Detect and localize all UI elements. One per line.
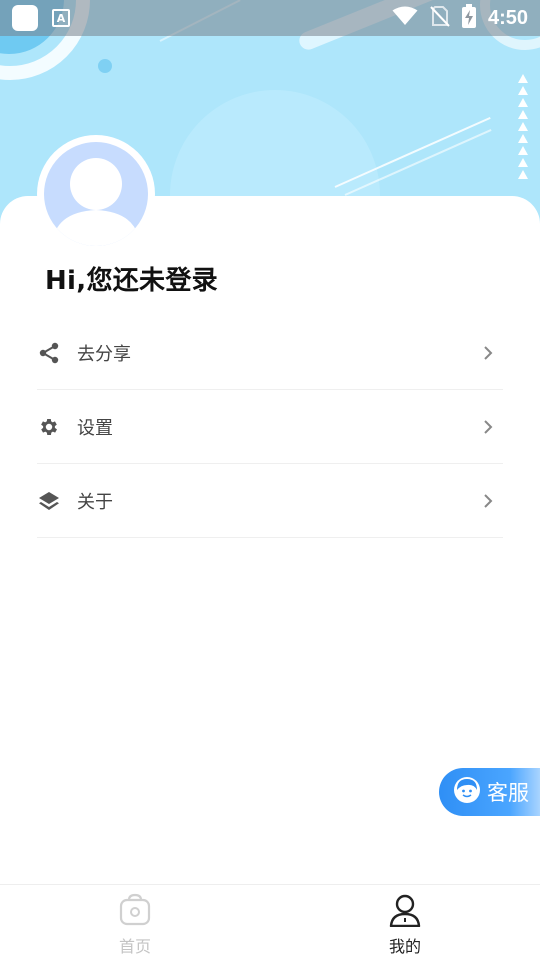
tab-home[interactable]: 首页 <box>0 885 270 960</box>
customer-service-button[interactable]: 客服 <box>439 768 540 816</box>
menu-item-label: 设置 <box>77 417 113 439</box>
no-sim-icon <box>430 5 450 31</box>
avatar[interactable] <box>37 135 155 253</box>
decor-dot <box>98 59 112 73</box>
tab-label: 首页 <box>118 937 151 956</box>
decor-arrows <box>518 74 528 179</box>
default-avatar-icon <box>52 158 140 246</box>
battery-charging-icon <box>461 4 476 32</box>
menu-item-label: 去分享 <box>77 343 131 365</box>
chevron-right-icon <box>479 492 497 510</box>
layers-icon <box>37 489 61 513</box>
person-icon <box>388 893 422 931</box>
chevron-right-icon <box>479 418 497 436</box>
menu-item-share[interactable]: 去分享 <box>37 316 503 390</box>
menu-item-settings[interactable]: 设置 <box>37 390 503 464</box>
home-bag-icon <box>118 893 152 931</box>
tab-mine[interactable]: 我的 <box>270 885 540 960</box>
customer-service-label: 客服 <box>487 781 529 805</box>
status-bar: A 4:50 <box>0 0 540 36</box>
share-icon <box>37 341 61 365</box>
login-greeting[interactable]: Hi,您还未登录 <box>45 260 218 297</box>
tab-label: 我的 <box>388 937 421 956</box>
settings-menu: 去分享 设置 关于 <box>37 316 503 538</box>
menu-item-label: 关于 <box>77 491 113 513</box>
bottom-tab-bar: 首页 我的 <box>0 884 540 960</box>
chevron-right-icon <box>479 344 497 362</box>
wifi-icon <box>392 6 418 30</box>
keyboard-a-icon: A <box>52 9 70 27</box>
menu-item-about[interactable]: 关于 <box>37 464 503 538</box>
app-icon <box>12 5 38 31</box>
status-time: 4:50 <box>487 6 528 29</box>
support-agent-icon <box>453 776 481 808</box>
gear-icon <box>37 415 61 439</box>
